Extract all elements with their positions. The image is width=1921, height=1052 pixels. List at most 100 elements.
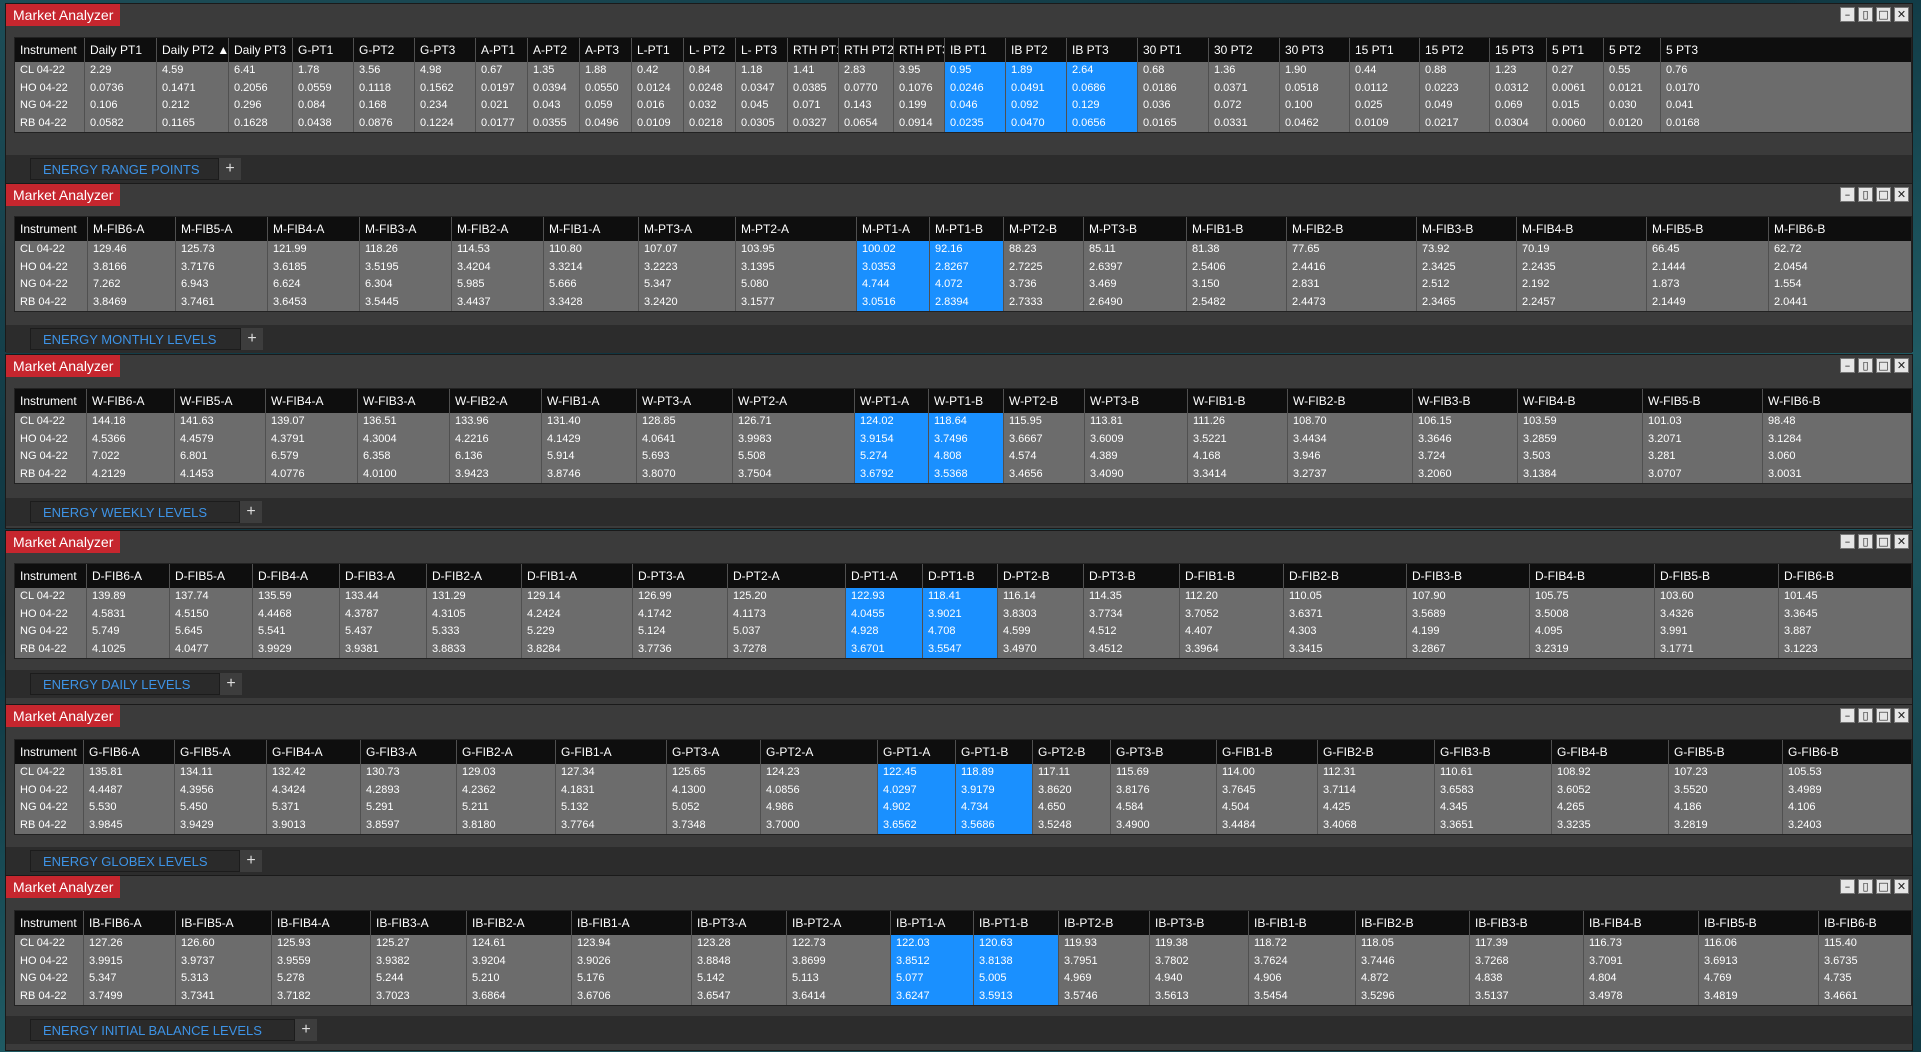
workspace-tab[interactable]: ENERGY GLOBEX LEVELS <box>30 850 240 872</box>
value-cell[interactable]: 4.512 <box>1084 623 1179 641</box>
value-cell[interactable]: 0.0686 <box>1067 80 1137 98</box>
value-cell[interactable]: 3.4512 <box>1084 641 1179 659</box>
column-header[interactable]: D-FIB1-B <box>1180 564 1283 588</box>
column-header[interactable]: IB PT3 <box>1067 38 1137 62</box>
value-cell[interactable]: 5.645 <box>170 623 252 641</box>
value-cell[interactable]: 5.347 <box>84 970 175 988</box>
value-cell[interactable]: 4.504 <box>1217 799 1317 817</box>
value-cell[interactable]: 2.0441 <box>1769 294 1911 312</box>
value-cell[interactable]: 2.5406 <box>1187 259 1286 277</box>
instrument-cell[interactable]: HO 04-22 <box>15 606 86 624</box>
column-header[interactable]: D-PT2-B <box>998 564 1083 588</box>
value-cell[interactable]: 3.8166 <box>88 259 175 277</box>
value-cell[interactable]: 3.5547 <box>923 641 997 659</box>
value-cell[interactable]: 3.1771 <box>1655 641 1778 659</box>
value-cell[interactable]: 3.6864 <box>467 988 571 1006</box>
value-cell[interactable]: 2.0454 <box>1769 259 1911 277</box>
value-cell[interactable]: 6.801 <box>175 448 265 466</box>
value-cell[interactable]: 4.98 <box>415 62 475 80</box>
value-cell[interactable]: 3.7736 <box>633 641 727 659</box>
column-header[interactable]: L- PT2 <box>684 38 735 62</box>
value-cell[interactable]: 0.0355 <box>528 115 579 133</box>
value-cell[interactable]: 2.2435 <box>1517 259 1646 277</box>
value-cell[interactable]: 3.6453 <box>268 294 359 312</box>
value-cell[interactable]: 3.1395 <box>736 259 856 277</box>
value-cell[interactable]: 5.113 <box>787 970 890 988</box>
value-cell[interactable]: 3.7802 <box>1150 953 1248 971</box>
value-cell[interactable]: 119.38 <box>1150 935 1248 953</box>
column-header[interactable]: M-FIB2-A <box>452 217 543 241</box>
value-cell[interactable]: 4.0477 <box>170 641 252 659</box>
value-cell[interactable]: 134.11 <box>175 764 266 782</box>
value-cell[interactable]: 3.5445 <box>360 294 451 312</box>
value-cell[interactable]: 0.092 <box>1006 97 1066 115</box>
value-cell[interactable]: 3.9382 <box>371 953 466 971</box>
close-button[interactable]: ✕ <box>1894 7 1909 22</box>
value-cell[interactable]: 114.53 <box>452 241 543 259</box>
value-cell[interactable]: 3.5613 <box>1150 988 1248 1006</box>
value-cell[interactable]: 4.574 <box>1004 448 1084 466</box>
value-cell[interactable]: 0.1224 <box>415 115 475 133</box>
value-cell[interactable]: 3.2420 <box>639 294 735 312</box>
column-header[interactable]: W-PT3-A <box>637 389 732 413</box>
column-header[interactable]: IB PT2 <box>1006 38 1066 62</box>
value-cell[interactable]: 5.371 <box>267 799 360 817</box>
value-cell[interactable]: 4.186 <box>1669 799 1782 817</box>
value-cell[interactable]: 2.4416 <box>1287 259 1416 277</box>
value-cell[interactable]: 3.6247 <box>891 988 973 1006</box>
value-cell[interactable]: 3.7000 <box>761 817 877 835</box>
column-header[interactable]: M-FIB5-A <box>176 217 267 241</box>
instrument-cell[interactable]: RB 04-22 <box>15 294 87 312</box>
value-cell[interactable]: 4.106 <box>1783 799 1911 817</box>
column-header[interactable]: D-FIB6-A <box>87 564 169 588</box>
value-cell[interactable]: 5.211 <box>457 799 555 817</box>
value-cell[interactable]: 4.0776 <box>266 466 357 484</box>
value-cell[interactable]: 3.2819 <box>1669 817 1782 835</box>
restore-button[interactable]: ▯ <box>1858 7 1873 22</box>
column-header[interactable]: IB-FIB5-B <box>1699 911 1818 935</box>
value-cell[interactable]: 3.503 <box>1518 448 1642 466</box>
column-header[interactable]: W-FIB2-B <box>1288 389 1412 413</box>
value-cell[interactable]: 103.95 <box>736 241 856 259</box>
value-cell[interactable]: 0.030 <box>1604 97 1660 115</box>
column-header[interactable]: W-FIB4-A <box>266 389 357 413</box>
value-cell[interactable]: 6.624 <box>268 276 359 294</box>
value-cell[interactable]: 3.6706 <box>572 988 691 1006</box>
value-cell[interactable]: 123.94 <box>572 935 691 953</box>
value-cell[interactable]: 122.45 <box>878 764 955 782</box>
value-cell[interactable]: 4.1742 <box>633 606 727 624</box>
instrument-cell[interactable]: HO 04-22 <box>15 431 86 449</box>
value-cell[interactable]: 4.095 <box>1530 623 1654 641</box>
value-cell[interactable]: 3.9423 <box>450 466 541 484</box>
column-header[interactable]: W-FIB5-B <box>1643 389 1762 413</box>
column-header[interactable]: IB-FIB1-A <box>572 911 691 935</box>
value-cell[interactable]: 3.3415 <box>1284 641 1406 659</box>
value-cell[interactable]: 5.052 <box>667 799 760 817</box>
value-cell[interactable]: 3.7645 <box>1217 782 1317 800</box>
value-cell[interactable]: 3.7114 <box>1318 782 1434 800</box>
value-cell[interactable]: 0.016 <box>632 97 683 115</box>
value-cell[interactable]: 0.129 <box>1067 97 1137 115</box>
value-cell[interactable]: 133.96 <box>450 413 541 431</box>
value-cell[interactable]: 4.5150 <box>170 606 252 624</box>
column-header[interactable]: G-PT2-A <box>761 740 877 764</box>
value-cell[interactable]: 5.693 <box>637 448 732 466</box>
value-cell[interactable]: 92.16 <box>930 241 1003 259</box>
value-cell[interactable]: 0.0582 <box>85 115 156 133</box>
value-cell[interactable]: 4.072 <box>930 276 1003 294</box>
value-cell[interactable]: 3.56 <box>354 62 414 80</box>
value-cell[interactable]: 0.0462 <box>1280 115 1349 133</box>
value-cell[interactable]: 112.31 <box>1318 764 1434 782</box>
value-cell[interactable]: 5.914 <box>542 448 636 466</box>
value-cell[interactable]: 2.192 <box>1517 276 1646 294</box>
column-header[interactable]: Daily PT2 ▲ <box>157 38 228 62</box>
value-cell[interactable]: 3.9013 <box>267 817 360 835</box>
value-cell[interactable]: 130.73 <box>361 764 456 782</box>
column-header[interactable]: G-PT3 <box>415 38 475 62</box>
maximize-button[interactable]: □ <box>1876 534 1891 549</box>
value-cell[interactable]: 6.358 <box>358 448 449 466</box>
instrument-cell[interactable]: CL 04-22 <box>15 935 83 953</box>
value-cell[interactable]: 3.6414 <box>787 988 890 1006</box>
value-cell[interactable]: 3.736 <box>1004 276 1083 294</box>
instrument-cell[interactable]: NG 04-22 <box>15 276 87 294</box>
